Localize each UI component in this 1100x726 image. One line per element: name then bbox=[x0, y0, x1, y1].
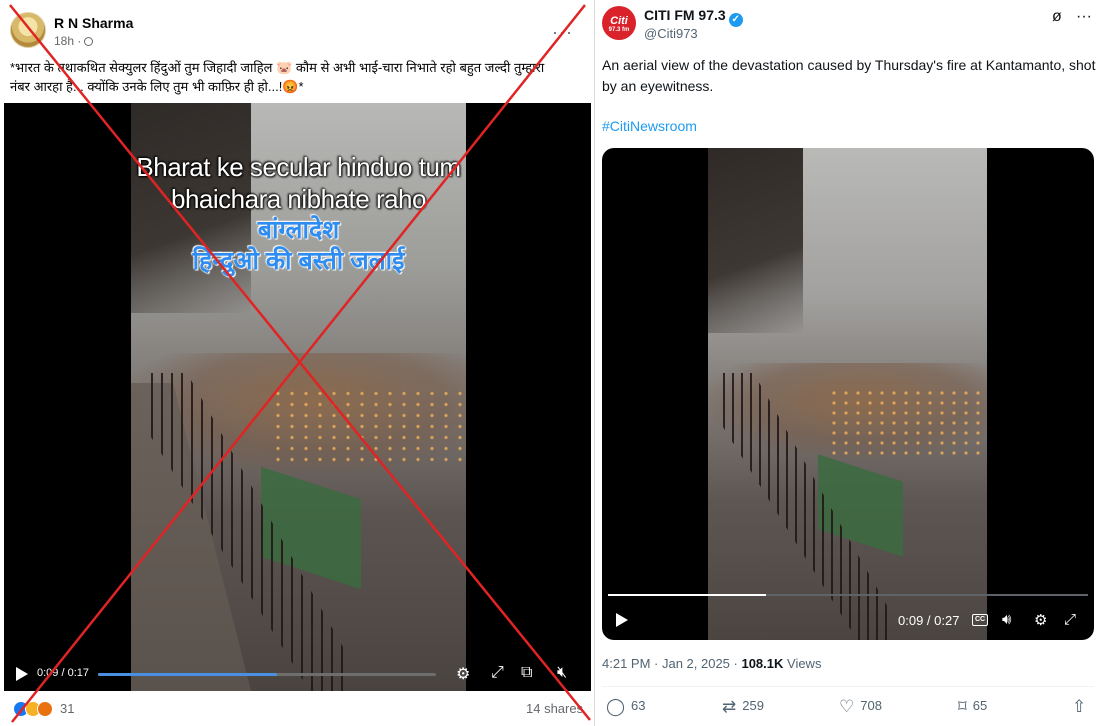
play-icon[interactable] bbox=[16, 667, 28, 681]
bookmark-count: 65 bbox=[972, 698, 988, 713]
overlay-line: बांग्लादेश bbox=[257, 216, 340, 244]
video-controls: 0:09 / 0:17 ⚙ ⤢ ⧉ 🔇︎ bbox=[4, 658, 591, 691]
overlay-line: हिन्दुओ की बस्ती जलाई bbox=[192, 247, 405, 275]
video-frame: Bharat ke secular hinduo tum bhaichara n… bbox=[131, 103, 466, 691]
play-icon[interactable] bbox=[616, 613, 628, 627]
like-count: 708 bbox=[860, 698, 882, 713]
views-label: Views bbox=[783, 656, 822, 671]
overlay-line: Bharat ke secular hinduo tum bbox=[136, 152, 461, 182]
video-player[interactable]: 0:09 / 0:27 CC 🔊︎ ⚙ ⤢ bbox=[602, 148, 1094, 640]
picture-in-picture-icon[interactable]: ⧉ bbox=[521, 664, 532, 682]
reply-button[interactable]: ◯ 63 bbox=[606, 697, 646, 717]
expand-icon[interactable]: ⤢ bbox=[491, 664, 504, 682]
captions-button[interactable]: CC bbox=[972, 614, 988, 626]
repost-button[interactable]: ⇄ 259 bbox=[722, 697, 764, 717]
post-text: *भारत के तथाकथित सेक्युलर हिंदुओं तुम जि… bbox=[10, 58, 585, 96]
account-handle[interactable]: @Citi973 bbox=[644, 26, 698, 41]
gear-icon[interactable]: ⚙ bbox=[456, 664, 470, 684]
post-time-label: 18h · bbox=[54, 34, 82, 48]
tweet: Citi 97.3 fm CITI FM 97.3 ✓ @Citi973 ø ··… bbox=[596, 0, 1100, 726]
video-player[interactable]: Bharat ke secular hinduo tum bhaichara n… bbox=[4, 103, 591, 691]
tweet-text: An aerial view of the devastation caused… bbox=[602, 57, 1096, 94]
share-icon: ⇧ bbox=[1072, 697, 1087, 716]
repost-icon: ⇄ bbox=[722, 697, 737, 716]
display-name-text: CITI FM 97.3 bbox=[644, 7, 726, 23]
author-name[interactable]: R N Sharma bbox=[54, 15, 133, 31]
video-progress-fill bbox=[608, 594, 767, 596]
display-name[interactable]: CITI FM 97.3 ✓ bbox=[644, 7, 743, 27]
volume-icon[interactable]: 🔊︎ bbox=[1002, 611, 1011, 628]
divider bbox=[602, 686, 1094, 687]
video-progress-fill bbox=[98, 673, 278, 676]
bookmark-button[interactable]: ⌑ 65 bbox=[958, 697, 987, 717]
tweet-timestamp[interactable]: 4:21 PM · Jan 2, 2025 · bbox=[602, 656, 741, 671]
heart-icon: ♡ bbox=[839, 697, 855, 716]
tweet-meta: 4:21 PM · Jan 2, 2025 · 108.1K Views bbox=[602, 656, 821, 671]
more-options-button[interactable]: ··· bbox=[1076, 8, 1092, 26]
video-timecode: 0:09 / 0:17 bbox=[37, 667, 89, 679]
share-button[interactable]: ⇧ bbox=[1072, 697, 1092, 717]
mute-icon[interactable]: 🔇︎ bbox=[557, 664, 567, 682]
views-count: 108.1K bbox=[741, 656, 784, 671]
reply-count: 63 bbox=[631, 698, 646, 713]
tweet-actions: ◯ 63 ⇄ 259 ♡ 708 ⌑ 65 ⇧ bbox=[596, 697, 1100, 719]
video-progress-bar[interactable] bbox=[98, 673, 436, 676]
facebook-post: R N Sharma 18h · ··· *भारत के तथाकथित से… bbox=[0, 0, 595, 726]
like-button[interactable]: ♡ 708 bbox=[839, 697, 882, 717]
fire-glow bbox=[828, 388, 987, 458]
repost-count: 259 bbox=[742, 698, 764, 713]
settings-icon[interactable]: ⚙ bbox=[1034, 611, 1047, 629]
grok-icon[interactable]: ø bbox=[1052, 8, 1062, 26]
angry-reaction-icon bbox=[37, 701, 53, 717]
video-timecode: 0:09 / 0:27 bbox=[898, 613, 960, 628]
account-avatar[interactable]: Citi 97.3 fm bbox=[602, 6, 636, 40]
more-options-button[interactable]: ··· bbox=[552, 22, 573, 43]
fullscreen-icon[interactable]: ⤢ bbox=[1064, 611, 1076, 628]
reactions-summary[interactable] bbox=[13, 701, 61, 717]
video-progress-bar[interactable] bbox=[608, 594, 1088, 596]
share-count[interactable]: 14 shares bbox=[526, 701, 583, 716]
author-avatar[interactable] bbox=[10, 12, 46, 48]
post-text-line: नंबर आरहा है... क्योंकि उनके लिए तुम भी … bbox=[10, 79, 304, 94]
verified-badge-icon: ✓ bbox=[728, 13, 743, 27]
video-frame bbox=[708, 148, 987, 640]
globe-icon bbox=[84, 37, 94, 46]
video-caption-overlay: Bharat ke secular hinduo tum bhaichara n… bbox=[131, 151, 466, 277]
post-time[interactable]: 18h · bbox=[54, 34, 94, 48]
post-text-line: *भारत के तथाकथित सेक्युलर हिंदुओं तुम जि… bbox=[10, 60, 545, 75]
fire-glow bbox=[271, 388, 466, 468]
bookmark-icon: ⌑ bbox=[958, 697, 967, 716]
reply-icon: ◯ bbox=[606, 697, 626, 716]
roof-shape bbox=[708, 148, 803, 333]
avatar-logo-sub: 97.3 fm bbox=[608, 27, 630, 33]
post-footer: 31 14 shares bbox=[0, 693, 595, 726]
reaction-count[interactable]: 31 bbox=[60, 701, 74, 716]
hashtag-link[interactable]: #CitiNewsroom bbox=[602, 118, 697, 134]
overlay-line: bhaichara nibhate raho bbox=[171, 184, 426, 214]
